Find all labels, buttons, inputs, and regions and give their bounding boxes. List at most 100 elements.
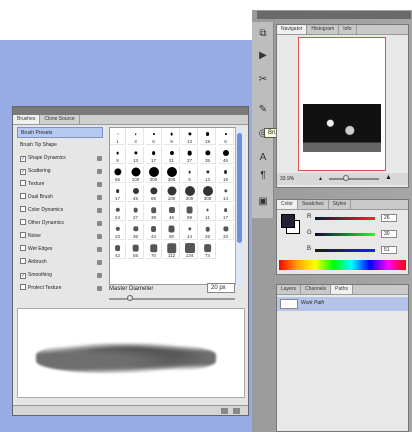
- navigator-preview[interactable]: [298, 37, 386, 171]
- preset-scrollbar[interactable]: [235, 127, 243, 285]
- brush-setting-item[interactable]: Airbrush: [17, 257, 103, 268]
- brush-preset[interactable]: 13: [128, 147, 144, 164]
- brush-preset[interactable]: 60: [164, 223, 180, 240]
- brush-setting-item[interactable]: Protect Texture: [17, 283, 103, 294]
- zoom-out-icon[interactable]: ▴: [319, 175, 322, 182]
- brush-preset[interactable]: 21: [164, 147, 180, 164]
- brush-preset[interactable]: 65: [146, 185, 162, 202]
- red-value[interactable]: 26: [381, 214, 397, 222]
- brush-setting-item[interactable]: ✓ Scattering: [17, 166, 103, 177]
- brush-preset[interactable]: 39: [146, 204, 162, 221]
- history-icon[interactable]: ⧉: [257, 28, 269, 40]
- tab-clone-source[interactable]: Clone Source: [40, 115, 80, 124]
- checkbox[interactable]: [20, 206, 26, 212]
- brush-setting-item[interactable]: Color Dynamics: [17, 205, 103, 216]
- lock-icon[interactable]: [97, 260, 102, 265]
- trash-icon[interactable]: [233, 408, 240, 414]
- brush-preset[interactable]: 17: [110, 185, 126, 202]
- brush-preset[interactable]: 13: [200, 166, 216, 183]
- checkbox[interactable]: [20, 193, 26, 199]
- brush-setting-item[interactable]: Other Dynamics: [17, 218, 103, 229]
- brush-preset[interactable]: 100: [128, 166, 144, 183]
- brush-preset[interactable]: 46: [164, 204, 180, 221]
- brush-preset[interactable]: 9: [182, 166, 198, 183]
- layer-comps-icon[interactable]: ▣: [257, 196, 269, 208]
- brush-setting-item[interactable]: Wet Edges: [17, 244, 103, 255]
- brush-preset[interactable]: 27: [182, 147, 198, 164]
- brush-setting-item[interactable]: Texture: [17, 179, 103, 190]
- brush-preset[interactable]: 45: [218, 147, 234, 164]
- dock-header[interactable]: [257, 11, 411, 19]
- brush-preset[interactable]: 9: [110, 147, 126, 164]
- brush-preset[interactable]: 134: [182, 242, 198, 259]
- character-icon[interactable]: A: [257, 152, 269, 164]
- lock-icon[interactable]: [97, 182, 102, 187]
- brush-preset[interactable]: 1: [110, 128, 126, 145]
- brush-preset[interactable]: 14: [182, 223, 198, 240]
- master-diameter-knob[interactable]: [127, 295, 133, 301]
- tab-color[interactable]: Color: [277, 200, 298, 209]
- brush-preset[interactable]: 27: [128, 204, 144, 221]
- brush-preset[interactable]: 9: [164, 128, 180, 145]
- checkbox[interactable]: ✓: [20, 273, 26, 279]
- brush-preset[interactable]: 14: [218, 185, 234, 202]
- tab-channels[interactable]: Channels: [301, 285, 332, 294]
- path-row[interactable]: Work Path: [277, 297, 408, 311]
- lock-icon[interactable]: [97, 169, 102, 174]
- paragraph-icon[interactable]: ¶: [257, 170, 269, 182]
- checkbox[interactable]: [20, 245, 26, 251]
- brush-preset[interactable]: 5: [146, 128, 162, 145]
- brush-preset[interactable]: 19: [200, 128, 216, 145]
- brush-preset[interactable]: 23: [110, 223, 126, 240]
- lock-icon[interactable]: [97, 286, 102, 291]
- green-slider[interactable]: [315, 233, 375, 236]
- brush-preset[interactable]: 24: [110, 204, 126, 221]
- tool-presets-icon[interactable]: ✂: [257, 74, 269, 86]
- brush-preset[interactable]: 26: [200, 223, 216, 240]
- lock-icon[interactable]: [97, 221, 102, 226]
- brushes-icon[interactable]: ✎: [257, 104, 269, 116]
- lock-icon[interactable]: [97, 247, 102, 252]
- tab-histogram[interactable]: Histogram: [307, 25, 340, 34]
- blue-value[interactable]: 51: [381, 246, 397, 254]
- tab-navigator[interactable]: Navigator: [277, 25, 308, 34]
- brush-preset[interactable]: 5: [218, 128, 234, 145]
- red-slider[interactable]: [315, 217, 375, 220]
- brush-preset[interactable]: 17: [218, 204, 234, 221]
- brush-setting-item[interactable]: ✓ Shape Dynamics: [17, 153, 103, 164]
- brush-preset[interactable]: 300: [164, 166, 180, 183]
- brush-preset[interactable]: 200: [182, 185, 198, 202]
- brush-preset[interactable]: 74: [200, 242, 216, 259]
- checkbox[interactable]: [20, 258, 26, 264]
- master-diameter-input[interactable]: 20 px: [207, 283, 235, 293]
- brush-setting-item[interactable]: Brush Tip Shape: [17, 140, 103, 151]
- lock-icon[interactable]: [97, 208, 102, 213]
- lock-icon[interactable]: [97, 156, 102, 161]
- brush-preset[interactable]: 13: [182, 128, 198, 145]
- zoom-in-icon[interactable]: ▲: [385, 174, 392, 181]
- brush-preset[interactable]: 17: [146, 147, 162, 164]
- brush-preset[interactable]: 45: [128, 185, 144, 202]
- lock-icon[interactable]: [97, 195, 102, 200]
- checkbox[interactable]: [20, 180, 26, 186]
- brush-preset[interactable]: 11: [200, 204, 216, 221]
- actions-icon[interactable]: ▶: [257, 50, 269, 62]
- tab-styles[interactable]: Styles: [329, 200, 352, 209]
- brush-preset[interactable]: 35: [200, 147, 216, 164]
- brush-preset[interactable]: 3: [128, 128, 144, 145]
- tab-layers[interactable]: Layers: [277, 285, 302, 294]
- brush-setting-item[interactable]: Brush Presets: [17, 127, 103, 138]
- lock-icon[interactable]: [97, 273, 102, 278]
- brush-setting-item[interactable]: Dual Brush: [17, 192, 103, 203]
- brush-preset[interactable]: 112: [164, 242, 180, 259]
- blue-slider[interactable]: [315, 249, 375, 252]
- brush-setting-item[interactable]: Noise: [17, 231, 103, 242]
- checkbox[interactable]: ✓: [20, 156, 26, 162]
- brush-preset[interactable]: 59: [182, 204, 198, 221]
- brush-preset[interactable]: 19: [218, 166, 234, 183]
- tab-brushes[interactable]: Brushes: [13, 115, 41, 124]
- brush-preset[interactable]: 200: [146, 166, 162, 183]
- checkbox[interactable]: ✓: [20, 169, 26, 175]
- brush-preset[interactable]: 33: [218, 223, 234, 240]
- green-value[interactable]: 30: [381, 230, 397, 238]
